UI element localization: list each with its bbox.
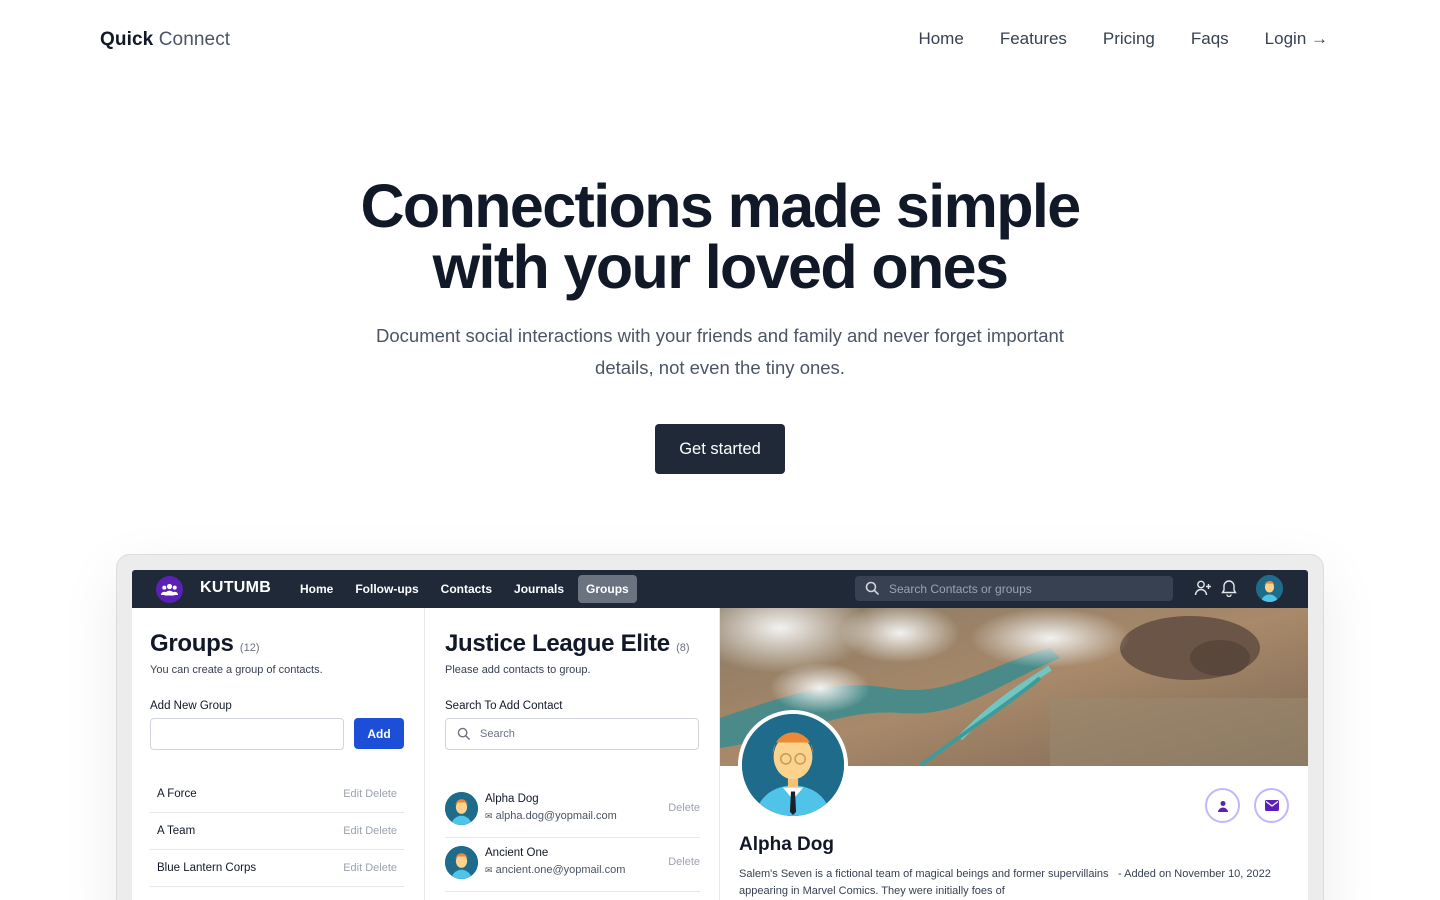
contact-avatar xyxy=(445,846,478,879)
nav-pricing-link[interactable]: Pricing xyxy=(1103,29,1155,49)
contact-delete-button[interactable]: Delete xyxy=(668,856,700,868)
bell-icon[interactable] xyxy=(1221,579,1237,597)
group-row[interactable]: A Force Edit Delete xyxy=(150,776,404,813)
app-name: KUTUMB xyxy=(200,579,272,596)
hero-subtitle-line-2: details, not even the tiny ones. xyxy=(595,357,845,378)
app-menu: Home Follow-ups Contacts Journals Groups xyxy=(292,575,637,603)
group-name: A Team xyxy=(157,825,196,837)
app-menu-journals[interactable]: Journals xyxy=(506,575,572,603)
add-contact-search-input[interactable]: Search xyxy=(445,718,699,750)
contact-name: Ancient One xyxy=(485,847,549,859)
search-icon xyxy=(865,581,879,595)
app-navbar: KUTUMB Home Follow-ups Contacts Journals… xyxy=(132,570,1308,608)
add-group-button[interactable]: Add xyxy=(354,718,404,749)
mail-icon: ✉ xyxy=(485,865,493,875)
profile-person-button[interactable] xyxy=(1205,788,1240,823)
group-actions[interactable]: Edit Delete xyxy=(343,825,397,837)
main-nav: Home Features Pricing Faqs Login → xyxy=(918,29,1328,49)
person-icon xyxy=(1217,800,1228,812)
profile-name: Alpha Dog xyxy=(739,834,834,855)
user-avatar[interactable] xyxy=(1256,575,1283,602)
hero-subtitle: Document social interactions with your f… xyxy=(340,320,1100,384)
group-detail-title: Justice League Elite (8) xyxy=(445,630,690,657)
hero-title-line-1: Connections made simple xyxy=(360,172,1081,240)
profile-panel: Alpha Dog Salem's Seven is a fictional t… xyxy=(720,608,1308,900)
app-menu-contacts[interactable]: Contacts xyxy=(433,575,500,603)
group-actions[interactable]: Edit Delete xyxy=(343,788,397,800)
brand-logo[interactable]: Quick Connect xyxy=(100,29,230,51)
app-menu-home[interactable]: Home xyxy=(292,575,341,603)
profile-email-button[interactable] xyxy=(1254,788,1289,823)
groups-title: Groups (12) xyxy=(150,630,260,657)
add-group-input[interactable] xyxy=(150,718,344,750)
app-menu-follow-ups[interactable]: Follow-ups xyxy=(347,575,426,603)
mail-icon: ✉ xyxy=(485,811,493,821)
group-row[interactable]: Blue Lantern Corps Edit Delete xyxy=(150,850,404,887)
nav-features-link[interactable]: Features xyxy=(1000,29,1067,49)
hero-title: Connections made simple with your loved … xyxy=(0,176,1440,298)
group-name: Blue Lantern Corps xyxy=(157,862,257,874)
app-search-input[interactable]: Search Contacts or groups xyxy=(855,576,1173,601)
app-search-placeholder: Search Contacts or groups xyxy=(889,582,1032,596)
nav-login-link[interactable]: Login → xyxy=(1265,29,1328,49)
contact-delete-button[interactable]: Delete xyxy=(668,802,700,814)
get-started-button[interactable]: Get started xyxy=(655,424,785,474)
contact-email: ✉ ancient.one@yopmail.com xyxy=(485,864,626,876)
nav-home-link[interactable]: Home xyxy=(918,29,963,49)
contact-email: ✉ alpha.dog@yopmail.com xyxy=(485,810,617,822)
app-logo-icon xyxy=(156,576,183,603)
group-detail-panel: Justice League Elite (8) Please add cont… xyxy=(425,608,720,900)
groups-subtitle: You can create a group of contacts. xyxy=(150,664,323,676)
contact-row[interactable]: Ancient One ✉ ancient.one@yopmail.com De… xyxy=(445,838,700,892)
profile-description: Salem's Seven is a fictional team of mag… xyxy=(739,868,1109,897)
groups-panel: Groups (12) You can create a group of co… xyxy=(132,608,425,900)
profile-added-date: - Added on November 10, 2022 xyxy=(1118,868,1271,880)
groups-count: (12) xyxy=(239,642,260,654)
add-contact-label: Search To Add Contact xyxy=(445,700,563,712)
site-header: Quick Connect Home Features Pricing Faqs… xyxy=(0,0,1440,80)
contact-row[interactable]: Alpha Dog ✉ alpha.dog@yopmail.com Delete xyxy=(445,784,700,838)
group-detail-count: (8) xyxy=(676,642,690,654)
search-icon xyxy=(457,727,470,740)
group-name: A Force xyxy=(157,788,197,800)
nav-faqs-link[interactable]: Faqs xyxy=(1191,29,1229,49)
add-contact-search-placeholder: Search xyxy=(480,728,515,740)
envelope-icon xyxy=(1264,800,1279,811)
app-screenshot: KUTUMB Home Follow-ups Contacts Journals… xyxy=(132,570,1308,900)
contact-name: Alpha Dog xyxy=(485,793,539,805)
hero-subtitle-line-1: Document social interactions with your f… xyxy=(376,325,1064,346)
contact-avatar xyxy=(445,792,478,825)
add-group-label: Add New Group xyxy=(150,700,232,712)
group-row[interactable]: A Team Edit Delete xyxy=(150,813,404,850)
app-menu-groups[interactable]: Groups xyxy=(578,575,637,603)
hero-title-line-2: with your loved ones xyxy=(432,233,1009,301)
profile-avatar xyxy=(738,710,848,820)
group-detail-subtitle: Please add contacts to group. xyxy=(445,664,591,676)
group-actions[interactable]: Edit Delete xyxy=(343,862,397,874)
add-user-icon[interactable] xyxy=(1194,579,1212,597)
